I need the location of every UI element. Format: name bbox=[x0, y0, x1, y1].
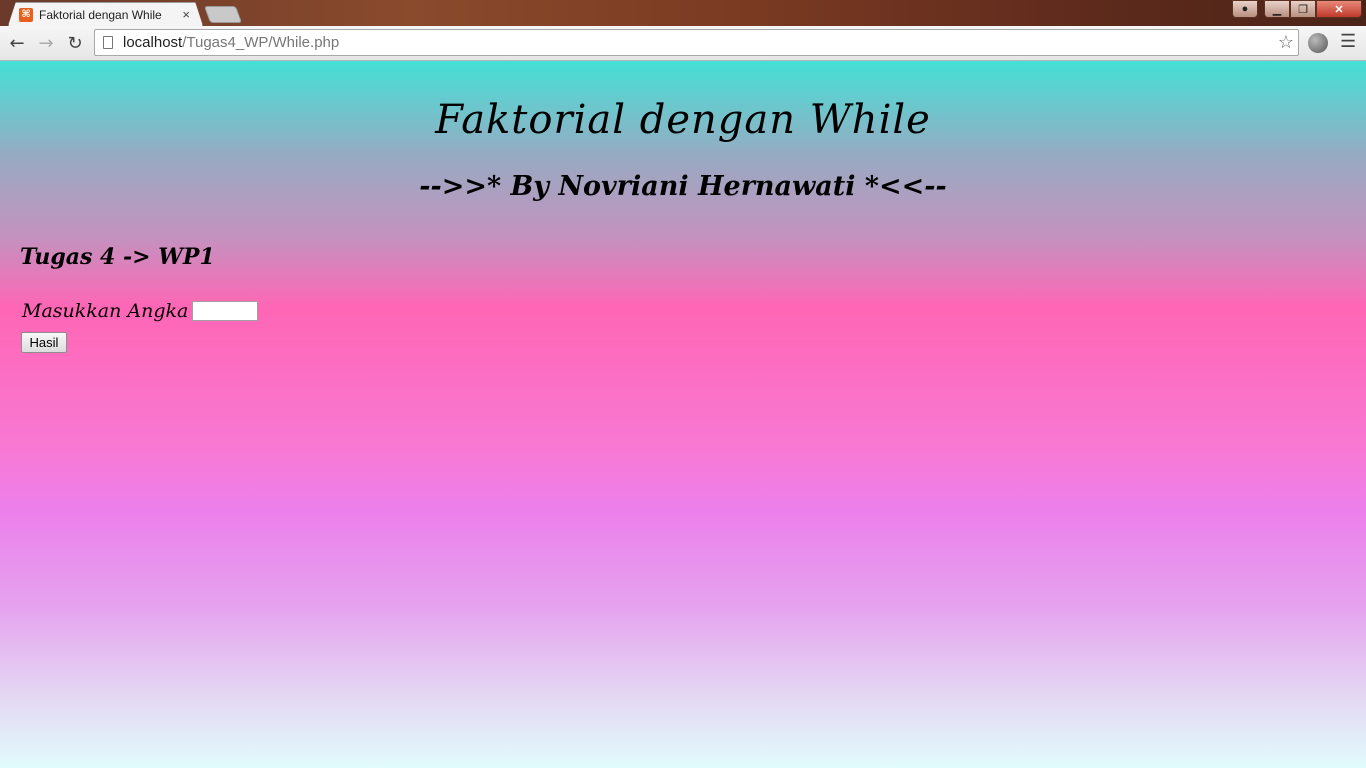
number-input-label: Masukkan Angka bbox=[22, 300, 189, 322]
address-bar[interactable]: localhost /Tugas4_WP/While.php ☆ bbox=[94, 29, 1299, 56]
page-icon bbox=[103, 36, 113, 49]
new-tab-button[interactable] bbox=[203, 6, 243, 23]
hasil-button[interactable]: Hasil bbox=[21, 332, 67, 353]
url-path: /Tugas4_WP/While.php bbox=[182, 34, 340, 51]
window-titlebar: ⌘ Faktorial dengan While × ● ▁ ❐ ✕ bbox=[0, 0, 1366, 26]
close-window-button[interactable]: ✕ bbox=[1316, 0, 1362, 18]
xampp-favicon-icon: ⌘ bbox=[19, 7, 33, 22]
tab-close-icon[interactable]: × bbox=[182, 7, 190, 22]
browser-tab-active[interactable]: ⌘ Faktorial dengan While × bbox=[8, 2, 203, 26]
page-title: Faktorial dengan While bbox=[435, 97, 931, 143]
page-content: Faktorial dengan While -->>* By Novriani… bbox=[0, 61, 1366, 768]
url-host: localhost bbox=[123, 34, 183, 51]
page-subtitle: -->>* By Novriani Hernawati *<<-- bbox=[419, 171, 947, 202]
bookmark-star-icon[interactable]: ☆ bbox=[1278, 32, 1294, 53]
maximize-button[interactable]: ❐ bbox=[1290, 0, 1316, 18]
reload-icon[interactable]: ↻ bbox=[63, 31, 87, 55]
number-input[interactable] bbox=[192, 301, 259, 321]
tab-title: Faktorial dengan While bbox=[39, 7, 162, 22]
window-controls: ● ▁ ❐ ✕ bbox=[1232, 0, 1362, 18]
forward-arrow-icon[interactable]: → bbox=[34, 31, 58, 55]
extension-globe-icon[interactable] bbox=[1308, 33, 1328, 53]
back-arrow-icon[interactable]: ← bbox=[5, 31, 29, 55]
number-form-row: Masukkan Angka bbox=[22, 300, 259, 322]
minimize-button[interactable]: ▁ bbox=[1264, 0, 1290, 18]
browser-menu-icon[interactable]: ☰ bbox=[1340, 31, 1356, 52]
assignment-heading: Tugas 4 -> WP1 bbox=[20, 244, 215, 270]
profile-icon[interactable]: ● bbox=[1232, 0, 1258, 18]
browser-toolbar: ← → ↻ localhost /Tugas4_WP/While.php ☆ ☰ bbox=[0, 26, 1366, 61]
